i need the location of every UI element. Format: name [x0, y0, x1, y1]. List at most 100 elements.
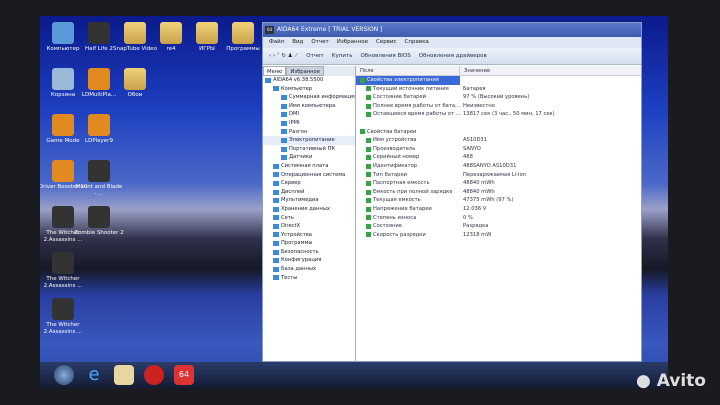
desktop-icon[interactable]: Обои — [110, 68, 160, 99]
tree-item-label: DirectX — [281, 223, 301, 230]
desktop-icon-label: LDPlayer9 — [85, 138, 113, 144]
app-icon — [52, 160, 74, 182]
desktop-icon[interactable]: LDPlayer9 — [74, 114, 124, 145]
folder-icon — [124, 22, 146, 44]
desktop-icon[interactable]: The Witcher 2.Assassins ... — [40, 252, 88, 290]
tree-item-icon — [281, 155, 287, 161]
property-row[interactable]: Серийный номер 488 — [356, 153, 641, 162]
battery-icon — [366, 155, 371, 161]
property-row[interactable]: Скорость разрядки 12318 mW — [356, 231, 641, 240]
property-row[interactable]: Степень износа 0 % — [356, 214, 641, 223]
column-value[interactable]: Значение — [460, 66, 490, 75]
tree-item[interactable]: Операционная система — [263, 171, 355, 180]
desktop-icon-label: Zombie Shooter 2 — [74, 230, 124, 236]
tree-item[interactable]: DMI — [263, 110, 355, 119]
menu-item[interactable]: Отчет — [311, 39, 328, 45]
tree-item-label: Разгон — [289, 128, 308, 135]
nav-icons[interactable]: ‹ › ˄ ↻ ♟ ⟋ — [269, 48, 298, 64]
column-field[interactable]: Поле — [356, 66, 460, 75]
section-title: Свойства батареи — [356, 128, 460, 137]
property-row[interactable]: Емкость при полной зарядке 48840 mWh — [356, 188, 641, 197]
game-icon — [88, 206, 110, 228]
desktop-icon[interactable]: The Witcher 2.Assassins ... — [40, 298, 88, 336]
tree-item[interactable]: База данных — [263, 265, 355, 274]
section-header[interactable]: Свойства батареи — [356, 128, 641, 137]
tree-item[interactable]: Сервер — [263, 179, 355, 188]
property-row[interactable]: Состояние батарей 97 % (Высокий уровень) — [356, 93, 641, 102]
battery-icon — [366, 180, 371, 186]
tree-item[interactable]: Сеть — [263, 214, 355, 223]
tree-item[interactable]: Программы — [263, 239, 355, 248]
property-name: Серийный номер — [373, 154, 420, 161]
tree-item[interactable]: Хранение данных — [263, 205, 355, 214]
folder-icon — [124, 68, 146, 90]
tree-item[interactable]: Имя компьютера — [263, 102, 355, 111]
start-button[interactable] — [54, 365, 74, 385]
menu-item[interactable]: Вид — [292, 39, 303, 45]
property-value: 488 — [463, 154, 473, 161]
desktop-icon[interactable]: Программы — [218, 22, 268, 53]
menu-item[interactable]: Справка — [405, 39, 429, 45]
property-row[interactable]: Идентификатор 488SANYO AS10D31 — [356, 162, 641, 171]
battery-icon — [366, 215, 371, 221]
tab[interactable]: Меню — [263, 66, 287, 76]
menu-item[interactable]: Сервис — [376, 39, 397, 45]
battery-icon — [366, 198, 371, 204]
tree-item-icon — [273, 163, 279, 169]
tree-item[interactable]: Портативный ПК — [263, 145, 355, 154]
tree-item-icon — [273, 266, 279, 272]
property-name: Напряжение батареи — [373, 205, 432, 212]
tree-item[interactable]: Компьютер — [263, 85, 355, 94]
ie-icon[interactable]: e — [84, 365, 104, 385]
tree-item[interactable]: Дисплей — [263, 188, 355, 197]
property-row[interactable]: Текущая емкость 47375 mWh (97 %) — [356, 196, 641, 205]
property-value: Перезаряжаемая Li-Ion — [463, 171, 527, 178]
tree-item[interactable]: Тесты — [263, 274, 355, 283]
property-name: Степень износа — [373, 214, 417, 221]
property-row[interactable]: Паспортная емкость 48840 mWh — [356, 179, 641, 188]
property-row[interactable]: Состояние Разрядка — [356, 222, 641, 231]
battery-icon — [366, 163, 371, 169]
tree-item[interactable]: Разгон — [263, 128, 355, 137]
folder-icon — [196, 22, 218, 44]
title-bar: 64 AIDA64 Extreme [ TRIAL VERSION ] — [263, 23, 641, 37]
desktop-icon[interactable]: Zombie Shooter 2 — [74, 206, 124, 237]
game-icon — [88, 160, 110, 182]
desktop-icon[interactable]: Mount and Blade - ... — [74, 160, 124, 198]
menu-item[interactable]: Файл — [269, 39, 284, 45]
tree-item[interactable]: Системная плата — [263, 162, 355, 171]
explorer-icon[interactable] — [114, 365, 134, 385]
toolbar-button[interactable]: Обновления драйверов — [419, 48, 487, 64]
tree-item[interactable]: Мультимедиа — [263, 196, 355, 205]
property-row[interactable]: Тип батареи Перезаряжаемая Li-Ion — [356, 171, 641, 180]
app-icon — [88, 68, 110, 90]
property-row[interactable]: Напряжение батареи 12.036 V — [356, 205, 641, 214]
toolbar-button[interactable]: Купить — [332, 48, 353, 64]
tree-item[interactable]: Устройства — [263, 231, 355, 240]
property-row[interactable]: Оставшееся время работы от ... 13817 сек … — [356, 110, 641, 119]
tree-item-icon — [273, 241, 279, 247]
property-row[interactable]: Текущий источник питания Батарея — [356, 85, 641, 94]
property-field: Серийный номер — [356, 153, 460, 162]
driver-booster-icon[interactable] — [144, 365, 164, 385]
tree-item[interactable]: Конфигурация — [263, 256, 355, 265]
toolbar-button[interactable]: Отчет — [306, 48, 323, 64]
property-row[interactable]: Полное время работы от бата... Неизвестно — [356, 102, 641, 111]
tree-item[interactable]: DirectX — [263, 222, 355, 231]
property-row[interactable]: Производитель SANYO — [356, 145, 641, 154]
tree-item-label: Суммарная информация — [289, 94, 355, 101]
tree-item[interactable]: Датчики — [263, 153, 355, 162]
tree-item[interactable]: Безопасность — [263, 248, 355, 257]
section-header[interactable]: Свойства электропитания — [356, 76, 641, 85]
menu-item[interactable]: Избранное — [337, 39, 368, 45]
tree-item[interactable]: Суммарная информация — [263, 93, 355, 102]
toolbar-button[interactable]: Обновления BIOS — [360, 48, 410, 64]
property-row[interactable]: Имя устройства AS10D31 — [356, 136, 641, 145]
tab[interactable]: Избранное — [286, 66, 324, 76]
computer-icon — [52, 22, 74, 44]
aida64-taskbar-icon[interactable]: 64 — [174, 365, 194, 385]
tree-item[interactable]: AIDA64 v6.38.5500 — [263, 76, 355, 85]
details-pane: Поле Значение Свойства электропитания Теку… — [356, 66, 641, 361]
tree-item[interactable]: Электропитание — [263, 136, 355, 145]
tree-item[interactable]: IPMI — [263, 119, 355, 128]
